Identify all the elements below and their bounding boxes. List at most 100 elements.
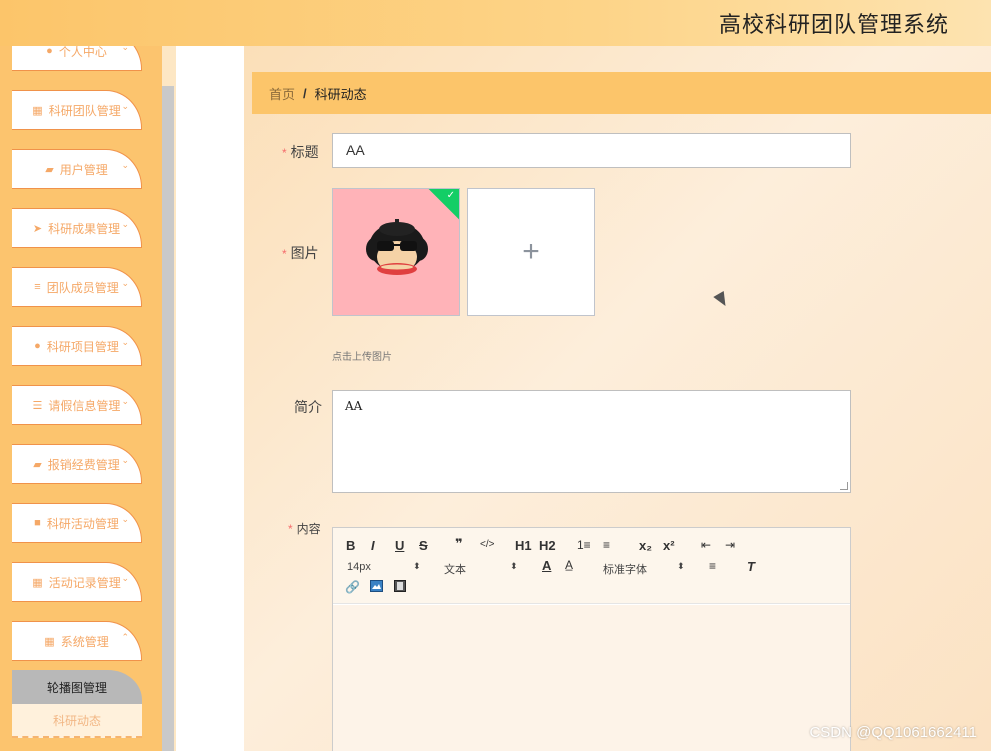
chevron-down-icon: ⌄ <box>121 219 129 229</box>
grid-icon: ▦ <box>44 635 55 648</box>
chevron-up-icon: ⌃ <box>121 632 129 642</box>
grid-icon: ▦ <box>32 576 43 589</box>
submenu-item-research-news[interactable]: 科研动态 <box>12 704 142 738</box>
ordered-list-button[interactable]: 1≡ <box>577 538 591 552</box>
chevron-down-icon: ⌄ <box>121 46 129 52</box>
sidebar-item-label: 系统管理 <box>60 634 109 649</box>
grid-icon: ▦ <box>32 104 43 117</box>
chevron-down-icon: ⌄ <box>121 396 129 406</box>
sidebar-item-label: 请假信息管理 <box>48 398 121 413</box>
background-color-button[interactable]: A̲ <box>565 558 573 572</box>
paragraph-select[interactable]: 文本 <box>444 561 466 577</box>
send-icon: ➤ <box>32 222 43 235</box>
intro-label: 简介 <box>294 399 322 415</box>
upload-tip: 点击上传图片 <box>332 352 392 363</box>
required-asterisk-icon: * <box>282 247 287 261</box>
sidebar-item-label: 活动记录管理 <box>48 575 121 590</box>
sidebar-item-projects[interactable]: ● 科研项目管理 ⌄ <box>12 326 142 366</box>
app-title: 高校科研团队管理系统 <box>718 13 949 38</box>
sidebar-item-members[interactable]: ≡ 团队成员管理 ⌄ <box>12 267 142 307</box>
main-content: 首页 / 科研动态 *标题 AA *图片 ✓ + 点击上传图片 简介 AA <box>244 46 991 751</box>
quote-button[interactable]: ❞ <box>455 536 463 552</box>
sidebar-item-system[interactable]: ▦ 系统管理 ⌃ <box>12 621 142 661</box>
link-icon[interactable]: 🔗 <box>345 580 360 594</box>
editor-toolbar: B I U S ❞ </> H1 H2 1≡ ≡ x₂ x² ⇤ ⇥ 14px … <box>333 528 850 604</box>
indent-button[interactable]: ⇥ <box>725 538 735 552</box>
sidebar-item-leave[interactable]: ☰ 请假信息管理 ⌄ <box>12 385 142 425</box>
upload-add-button[interactable]: + <box>467 188 595 316</box>
select-arrow-icon: ⬍ <box>510 561 518 571</box>
heading1-button[interactable]: H1 <box>515 538 532 553</box>
select-arrow-icon: ⬍ <box>413 561 421 571</box>
top-header: 高校科研团队管理系统 <box>0 0 991 46</box>
sidebar-item-label: 个人中心 <box>58 46 107 59</box>
list-icon: ☰ <box>32 399 43 412</box>
sidebar-item-label: 用户管理 <box>59 162 108 177</box>
required-asterisk-icon: * <box>288 522 293 536</box>
sidebar-item-reimbursement[interactable]: ▰ 报销经费管理 ⌄ <box>12 444 142 484</box>
folder-icon: ▰ <box>33 458 42 471</box>
align-button[interactable]: ≡ <box>709 559 716 573</box>
chevron-down-icon: ⌄ <box>121 101 129 111</box>
select-arrow-icon: ⬍ <box>677 561 685 571</box>
outdent-button[interactable]: ⇤ <box>701 538 711 552</box>
person-icon: ● <box>34 340 41 352</box>
chevron-down-icon: ⌄ <box>121 455 129 465</box>
chevron-down-icon: ⌄ <box>121 278 129 288</box>
required-asterisk-icon: * <box>282 146 287 160</box>
chevron-down-icon: ⌄ <box>121 514 129 524</box>
sidebar-item-personal-center[interactable]: ● 个人中心 ⌄ <box>12 46 142 71</box>
content-label: * 内容 <box>288 522 321 536</box>
breadcrumb-current: 科研动态 <box>314 86 367 102</box>
title-label: * 标题 <box>282 144 319 160</box>
bold-button[interactable]: B <box>346 538 355 553</box>
title-input[interactable]: AA <box>332 133 851 168</box>
editor-content-area[interactable] <box>333 605 850 751</box>
font-family-select[interactable]: 标准字体 <box>603 561 647 577</box>
sidebar-item-activity-records[interactable]: ▦ 活动记录管理 ⌄ <box>12 562 142 602</box>
sidebar-item-label: 科研活动管理 <box>46 516 119 531</box>
sidebar-item-label: 科研团队管理 <box>48 103 121 118</box>
check-icon: ✓ <box>446 190 455 201</box>
person-icon: ● <box>46 46 53 57</box>
breadcrumb-home[interactable]: 首页 <box>269 84 295 103</box>
chevron-down-icon: ⌄ <box>121 160 129 170</box>
sidebar-item-label: 科研项目管理 <box>46 339 119 354</box>
monkey-avatar-image <box>366 219 428 275</box>
sidebar: ● 个人中心 ⌄ ▦ 科研团队管理 ⌄ ▰ 用户管理 ⌄ ➤ 科研成果管理 ⌄ … <box>0 46 176 751</box>
message-icon: ■ <box>34 517 41 529</box>
chevron-down-icon: ⌄ <box>121 337 129 347</box>
video-icon[interactable] <box>394 580 406 595</box>
folder-icon: ▰ <box>45 163 54 176</box>
underline-button[interactable]: U <box>395 538 404 553</box>
resize-handle-icon[interactable] <box>840 482 848 490</box>
plus-icon: + <box>522 235 540 268</box>
sidebar-item-label: 团队成员管理 <box>46 280 119 295</box>
chevron-down-icon: ⌄ <box>121 573 129 583</box>
submenu-item-carousel[interactable]: 轮播图管理 <box>12 670 142 704</box>
sidebar-item-team[interactable]: ▦ 科研团队管理 ⌄ <box>12 90 142 130</box>
subscript-button[interactable]: x₂ <box>639 538 652 553</box>
strikethrough-button[interactable]: S <box>419 538 428 553</box>
sidebar-item-activities[interactable]: ■ 科研活动管理 ⌄ <box>12 503 142 543</box>
clear-format-button[interactable]: T <box>747 559 755 574</box>
intro-textarea[interactable]: AA <box>332 390 851 493</box>
bullet-list-button[interactable]: ≡ <box>603 538 610 552</box>
sidebar-item-achievements[interactable]: ➤ 科研成果管理 ⌄ <box>12 208 142 248</box>
font-color-button[interactable]: A <box>542 558 551 573</box>
watermark: CSDN @QQ1061662411 <box>809 724 977 741</box>
superscript-button[interactable]: x² <box>663 538 675 553</box>
sidebar-item-label: 报销经费管理 <box>47 457 120 472</box>
code-button[interactable]: </> <box>480 539 494 550</box>
sidebar-scrollbar[interactable] <box>162 86 174 751</box>
heading2-button[interactable]: H2 <box>539 538 556 553</box>
rich-text-editor[interactable]: B I U S ❞ </> H1 H2 1≡ ≡ x₂ x² ⇤ ⇥ 14px … <box>332 527 851 751</box>
sidebar-item-label: 科研成果管理 <box>48 221 121 236</box>
uploaded-image-thumbnail[interactable]: ✓ <box>332 188 460 316</box>
image-icon[interactable] <box>370 580 383 595</box>
breadcrumb-separator: / <box>303 85 307 101</box>
font-size-select[interactable]: 14px <box>347 561 371 573</box>
image-label: * 图片 <box>282 245 319 261</box>
sidebar-item-users[interactable]: ▰ 用户管理 ⌄ <box>12 149 142 189</box>
italic-button[interactable]: I <box>371 538 375 553</box>
